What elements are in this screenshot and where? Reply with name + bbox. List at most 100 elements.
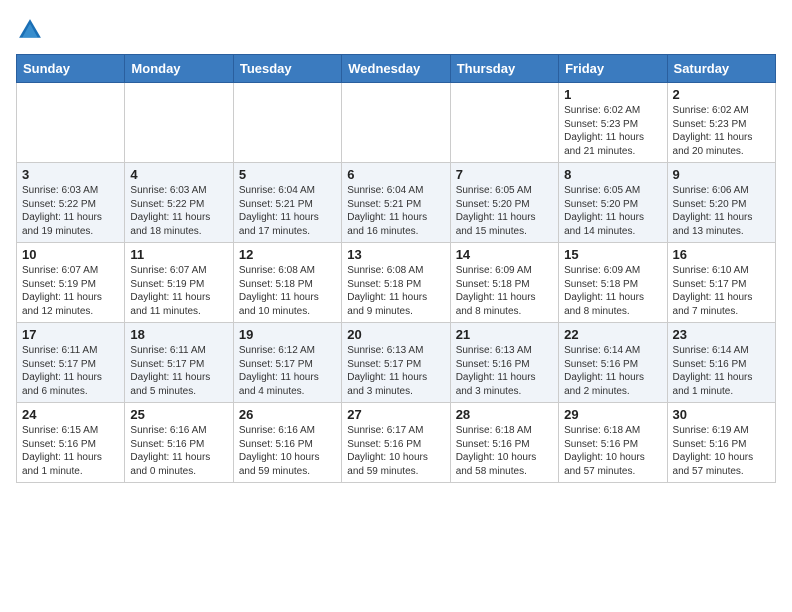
calendar-cell: 7 Sunrise: 6:05 AM Sunset: 5:20 PM Daylig…	[450, 163, 558, 243]
calendar-cell	[342, 83, 450, 163]
day-header-monday: Monday	[125, 55, 233, 83]
calendar-cell: 14Sunrise: 6:09 AM Sunset: 5:18 PM Dayli…	[450, 243, 558, 323]
day-header-tuesday: Tuesday	[233, 55, 341, 83]
day-info: Sunrise: 6:13 AM Sunset: 5:17 PM Dayligh…	[347, 344, 444, 398]
day-number: 23	[673, 327, 770, 342]
day-number: 16	[673, 247, 770, 262]
day-info: Sunrise: 6:12 AM Sunset: 5:17 PM Dayligh…	[239, 344, 336, 398]
day-number: 19	[239, 327, 336, 342]
calendar-cell: 30 Sunrise: 6:19 AM Sunset: 5:16 PM Dayli…	[667, 403, 775, 483]
calendar-week-5: 24 Sunrise: 6:15 AM Sunset: 5:16 PM Dayli…	[17, 403, 776, 483]
day-info: Sunrise: 6:10 AM Sunset: 5:17 PM Dayligh…	[673, 264, 770, 318]
calendar-cell: 17 Sunrise: 6:11 AM Sunset: 5:17 PM Dayli…	[17, 323, 125, 403]
day-number: 7	[456, 167, 553, 182]
day-header-sunday: Sunday	[17, 55, 125, 83]
calendar-week-2: 3 Sunrise: 6:03 AM Sunset: 5:22 PM Daylig…	[17, 163, 776, 243]
day-header-friday: Friday	[559, 55, 667, 83]
calendar-cell: 26 Sunrise: 6:16 AM Sunset: 5:16 PM Dayli…	[233, 403, 341, 483]
calendar-week-4: 17 Sunrise: 6:11 AM Sunset: 5:17 PM Dayli…	[17, 323, 776, 403]
day-info: Sunrise: 6:04 AM Sunset: 5:21 PM Dayligh…	[347, 184, 444, 238]
day-header-wednesday: Wednesday	[342, 55, 450, 83]
calendar-cell: 18Sunrise: 6:11 AM Sunset: 5:17 PM Dayli…	[125, 323, 233, 403]
day-number: 14	[456, 247, 553, 262]
calendar-header-row: SundayMondayTuesdayWednesdayThursdayFrid…	[17, 55, 776, 83]
day-info: Sunrise: 6:06 AM Sunset: 5:20 PM Dayligh…	[673, 184, 770, 238]
day-info: Sunrise: 6:16 AM Sunset: 5:16 PM Dayligh…	[130, 424, 227, 478]
calendar-cell: 4 Sunrise: 6:03 AM Sunset: 5:22 PM Daylig…	[125, 163, 233, 243]
day-info: Sunrise: 6:03 AM Sunset: 5:22 PM Dayligh…	[130, 184, 227, 238]
day-number: 30	[673, 407, 770, 422]
day-number: 27	[347, 407, 444, 422]
day-info: Sunrise: 6:19 AM Sunset: 5:16 PM Dayligh…	[673, 424, 770, 478]
day-number: 10	[22, 247, 119, 262]
calendar-cell: 15 Sunrise: 6:09 AM Sunset: 5:18 PM Dayli…	[559, 243, 667, 323]
day-number: 5	[239, 167, 336, 182]
day-info: Sunrise: 6:07 AM Sunset: 5:19 PM Dayligh…	[22, 264, 119, 318]
day-number: 1	[564, 87, 661, 102]
day-info: Sunrise: 6:02 AM Sunset: 5:23 PM Dayligh…	[564, 104, 661, 158]
day-info: Sunrise: 6:15 AM Sunset: 5:16 PM Dayligh…	[22, 424, 119, 478]
day-info: Sunrise: 6:16 AM Sunset: 5:16 PM Dayligh…	[239, 424, 336, 478]
calendar-cell	[125, 83, 233, 163]
day-number: 22	[564, 327, 661, 342]
day-number: 24	[22, 407, 119, 422]
calendar-cell: 9 Sunrise: 6:06 AM Sunset: 5:20 PM Daylig…	[667, 163, 775, 243]
day-info: Sunrise: 6:11 AM Sunset: 5:17 PM Dayligh…	[22, 344, 119, 398]
calendar-cell: 19 Sunrise: 6:12 AM Sunset: 5:17 PM Dayli…	[233, 323, 341, 403]
calendar-cell: 2 Sunrise: 6:02 AM Sunset: 5:23 PM Daylig…	[667, 83, 775, 163]
calendar-cell: 8Sunrise: 6:05 AM Sunset: 5:20 PM Daylig…	[559, 163, 667, 243]
day-number: 25	[130, 407, 227, 422]
day-info: Sunrise: 6:14 AM Sunset: 5:16 PM Dayligh…	[673, 344, 770, 398]
day-number: 29	[564, 407, 661, 422]
day-number: 21	[456, 327, 553, 342]
calendar-cell	[17, 83, 125, 163]
day-header-thursday: Thursday	[450, 55, 558, 83]
calendar-cell: 21 Sunrise: 6:13 AM Sunset: 5:16 PM Dayli…	[450, 323, 558, 403]
calendar-cell: 23 Sunrise: 6:14 AM Sunset: 5:16 PM Dayli…	[667, 323, 775, 403]
calendar-cell: 25 Sunrise: 6:16 AM Sunset: 5:16 PM Dayli…	[125, 403, 233, 483]
day-number: 18	[130, 327, 227, 342]
calendar-week-1: 1 Sunrise: 6:02 AM Sunset: 5:23 PM Daylig…	[17, 83, 776, 163]
day-header-saturday: Saturday	[667, 55, 775, 83]
day-info: Sunrise: 6:05 AM Sunset: 5:20 PM Dayligh…	[564, 184, 661, 238]
calendar-cell: 12Sunrise: 6:08 AM Sunset: 5:18 PM Dayli…	[233, 243, 341, 323]
day-info: Sunrise: 6:02 AM Sunset: 5:23 PM Dayligh…	[673, 104, 770, 158]
day-number: 3	[22, 167, 119, 182]
day-number: 4	[130, 167, 227, 182]
calendar-cell: 13 Sunrise: 6:08 AM Sunset: 5:18 PM Dayli…	[342, 243, 450, 323]
calendar: SundayMondayTuesdayWednesdayThursdayFrid…	[16, 54, 776, 483]
day-info: Sunrise: 6:18 AM Sunset: 5:16 PM Dayligh…	[564, 424, 661, 478]
day-number: 20	[347, 327, 444, 342]
calendar-cell: 6Sunrise: 6:04 AM Sunset: 5:21 PM Daylig…	[342, 163, 450, 243]
day-number: 2	[673, 87, 770, 102]
logo	[16, 16, 48, 44]
calendar-cell: 10 Sunrise: 6:07 AM Sunset: 5:19 PM Dayli…	[17, 243, 125, 323]
calendar-cell	[233, 83, 341, 163]
day-number: 13	[347, 247, 444, 262]
calendar-week-3: 10 Sunrise: 6:07 AM Sunset: 5:19 PM Dayli…	[17, 243, 776, 323]
day-info: Sunrise: 6:13 AM Sunset: 5:16 PM Dayligh…	[456, 344, 553, 398]
day-number: 15	[564, 247, 661, 262]
day-number: 9	[673, 167, 770, 182]
calendar-cell: 11 Sunrise: 6:07 AM Sunset: 5:19 PM Dayli…	[125, 243, 233, 323]
day-info: Sunrise: 6:09 AM Sunset: 5:18 PM Dayligh…	[564, 264, 661, 318]
day-info: Sunrise: 6:14 AM Sunset: 5:16 PM Dayligh…	[564, 344, 661, 398]
logo-icon	[16, 16, 44, 44]
day-info: Sunrise: 6:03 AM Sunset: 5:22 PM Dayligh…	[22, 184, 119, 238]
day-number: 26	[239, 407, 336, 422]
page-header	[16, 16, 776, 44]
day-number: 28	[456, 407, 553, 422]
day-number: 11	[130, 247, 227, 262]
calendar-cell: 27Sunrise: 6:17 AM Sunset: 5:16 PM Dayli…	[342, 403, 450, 483]
calendar-cell: 3 Sunrise: 6:03 AM Sunset: 5:22 PM Daylig…	[17, 163, 125, 243]
day-info: Sunrise: 6:08 AM Sunset: 5:18 PM Dayligh…	[347, 264, 444, 318]
calendar-cell: 28Sunrise: 6:18 AM Sunset: 5:16 PM Dayli…	[450, 403, 558, 483]
day-info: Sunrise: 6:05 AM Sunset: 5:20 PM Dayligh…	[456, 184, 553, 238]
day-number: 17	[22, 327, 119, 342]
calendar-cell: 1 Sunrise: 6:02 AM Sunset: 5:23 PM Daylig…	[559, 83, 667, 163]
day-info: Sunrise: 6:07 AM Sunset: 5:19 PM Dayligh…	[130, 264, 227, 318]
calendar-cell	[450, 83, 558, 163]
calendar-cell: 24 Sunrise: 6:15 AM Sunset: 5:16 PM Dayli…	[17, 403, 125, 483]
calendar-cell: 20 Sunrise: 6:13 AM Sunset: 5:17 PM Dayli…	[342, 323, 450, 403]
day-number: 12	[239, 247, 336, 262]
